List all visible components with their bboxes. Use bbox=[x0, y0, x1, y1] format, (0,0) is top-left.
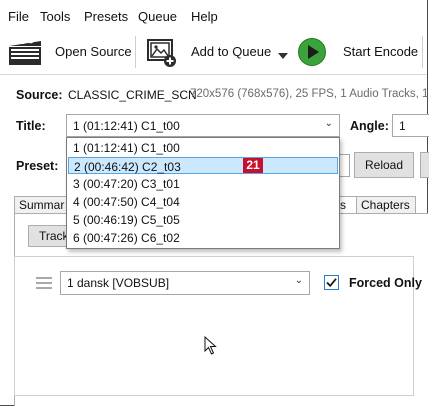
reload-button[interactable]: Reload bbox=[354, 152, 414, 178]
menu-tools[interactable]: Tools bbox=[40, 9, 70, 24]
forced-only-checkbox[interactable] bbox=[324, 275, 339, 290]
menu-presets[interactable]: Presets bbox=[84, 9, 128, 24]
menu-queue[interactable]: Queue bbox=[138, 9, 177, 24]
toolbar: Open Source Add to Queue Start Encode bbox=[0, 30, 427, 75]
angle-select[interactable]: 1 bbox=[392, 114, 429, 137]
mouse-cursor-icon bbox=[204, 335, 218, 359]
source-label: Source: bbox=[16, 88, 63, 102]
add-to-queue-button[interactable]: Add to Queue bbox=[191, 44, 271, 59]
title-option-highlighted[interactable]: 2 (00:46:42) C2_t03 21 bbox=[68, 157, 338, 174]
drag-handle-icon[interactable] bbox=[36, 277, 52, 279]
tab-chapters[interactable]: Chapters bbox=[356, 196, 416, 214]
menu-help[interactable]: Help bbox=[191, 9, 218, 24]
toolbar-separator bbox=[135, 36, 136, 68]
title-option[interactable]: 4 (00:47:50) C4_t04 bbox=[68, 193, 338, 210]
annotation-badge: 21 bbox=[243, 158, 263, 173]
chevron-down-icon: ⌄ bbox=[324, 118, 333, 129]
preset-label: Preset: bbox=[16, 159, 59, 173]
chevron-down-icon: ⌄ bbox=[294, 275, 303, 286]
dropdown-caret-icon[interactable] bbox=[278, 48, 288, 62]
title-option[interactable]: 1 (01:12:41) C1_t00 bbox=[68, 139, 338, 156]
angle-select-value: 1 bbox=[399, 119, 406, 133]
tab-summary[interactable]: Summar bbox=[14, 196, 68, 214]
source-info: 720x576 (768x576), 25 FPS, 1 Audio Track… bbox=[190, 88, 429, 100]
source-name: CLASSIC_CRIME_SCN bbox=[68, 88, 197, 102]
title-option[interactable]: 5 (00:46:19) C5_t05 bbox=[68, 211, 338, 228]
title-select[interactable]: 1 (01:12:41) C1_t00 ⌄ bbox=[66, 114, 340, 137]
title-option[interactable]: 6 (00:47:26) C6_t02 bbox=[68, 229, 338, 246]
start-encode-button[interactable]: Start Encode bbox=[343, 44, 418, 59]
menu-bar: File Tools Presets Queue Help bbox=[0, 0, 427, 30]
title-dropdown-list: 1 (01:12:41) C1_t00 2 (00:46:42) C2_t03 … bbox=[66, 137, 340, 249]
angle-label: Angle: bbox=[350, 119, 389, 133]
open-source-button[interactable]: Open Source bbox=[55, 44, 132, 59]
forced-only-label: Forced Only bbox=[349, 276, 422, 290]
title-label: Title: bbox=[16, 119, 46, 133]
title-select-value: 1 (01:12:41) C1_t00 bbox=[73, 119, 180, 133]
clapperboard-icon[interactable] bbox=[8, 38, 42, 69]
add-image-icon[interactable] bbox=[146, 38, 178, 71]
toolbar-separator bbox=[422, 36, 423, 68]
menu-file[interactable]: File bbox=[8, 9, 29, 24]
subtitle-track-value: 1 dansk [VOBSUB] bbox=[67, 276, 170, 290]
checkmark-icon bbox=[326, 278, 337, 288]
title-option[interactable]: 3 (00:47:20) C3_t01 bbox=[68, 175, 338, 192]
drag-handle-icon bbox=[36, 282, 52, 284]
app-window: File Tools Presets Queue Help Open Sourc… bbox=[0, 0, 429, 406]
play-icon[interactable] bbox=[297, 37, 327, 70]
subtitle-track-select[interactable]: 1 dansk [VOBSUB] ⌄ bbox=[60, 271, 310, 295]
preset-extra-button[interactable] bbox=[420, 152, 429, 178]
drag-handle-icon bbox=[36, 287, 52, 289]
